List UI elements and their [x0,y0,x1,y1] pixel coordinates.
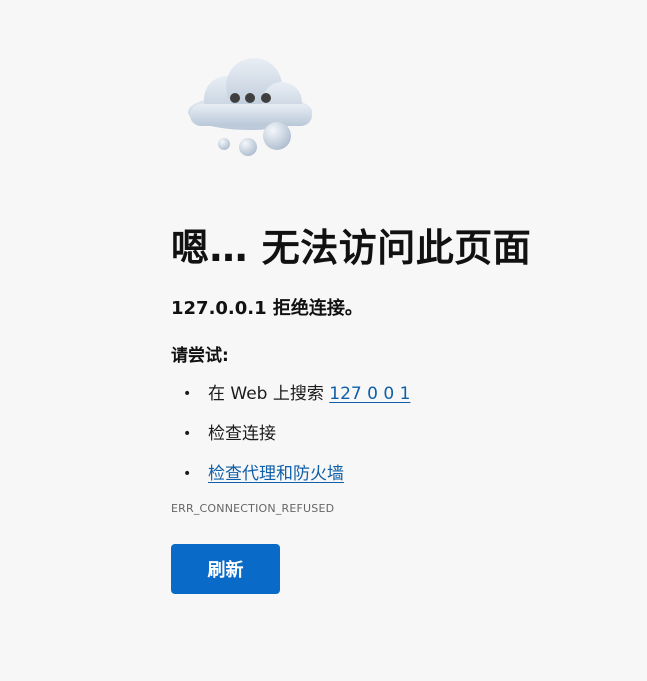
page-title: 嗯… 无法访问此页面 [171,226,532,270]
try-heading: 请尝试: [171,346,229,366]
error-content: 嗯… 无法访问此页面 127.0.0.1 拒绝连接。 请尝试: • 在 Web … [171,222,611,594]
ellipsis-dots [230,93,271,103]
suggestion-search-prefix: 在 Web 上搜索 [208,384,330,404]
cloud-error-icon [188,58,312,156]
check-connection-text: 检查连接 [208,424,276,444]
suggestion-list: • 在 Web 上搜索 127 0 0 1 • 检查连接 • 检查代理和防火墙 [171,381,611,487]
error-page: 嗯… 无法访问此页面 127.0.0.1 拒绝连接。 请尝试: • 在 Web … [0,0,647,681]
refresh-button[interactable]: 刷新 [171,544,280,594]
bullet-icon: • [183,466,192,482]
bullet-icon: • [183,386,192,402]
bullet-icon: • [183,426,192,442]
check-proxy-firewall-link[interactable]: 检查代理和防火墙 [208,464,344,484]
search-web-link[interactable]: 127 0 0 1 [329,384,410,404]
suggestion-check-proxy: • 检查代理和防火墙 [171,461,611,487]
suggestion-check-connection: • 检查连接 [171,421,611,447]
error-message: 127.0.0.1 拒绝连接。 [171,298,363,319]
suggestion-search-web: • 在 Web 上搜索 127 0 0 1 [171,381,611,407]
error-code: ERR_CONNECTION_REFUSED [171,502,335,515]
